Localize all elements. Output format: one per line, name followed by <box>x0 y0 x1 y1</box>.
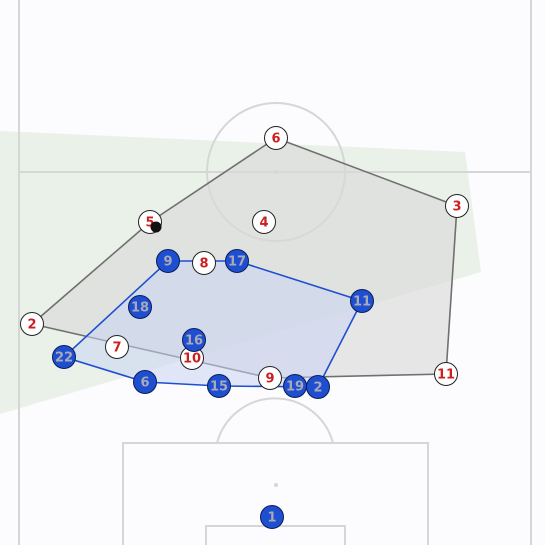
opposition-player-6: 6 <box>264 126 288 150</box>
blue-player-number: 15 <box>210 380 228 395</box>
opposition-player-8: 8 <box>192 251 216 275</box>
tactical-pitch-diagram: 234567891011 126911151617181922 <box>0 0 532 545</box>
blue-player-number: 16 <box>185 334 203 349</box>
blue-player-9: 9 <box>156 249 180 273</box>
ball-layer <box>150 221 162 233</box>
blue-player-number: 18 <box>131 301 149 316</box>
six-yard-box <box>205 525 346 545</box>
blue-player-number: 9 <box>163 255 172 270</box>
opposition-player-number: 11 <box>437 368 455 383</box>
blue-player-18: 18 <box>128 295 152 319</box>
opposition-player-9: 9 <box>258 366 282 390</box>
opposition-player-4: 4 <box>252 210 276 234</box>
blue-player-6: 6 <box>133 370 157 394</box>
opposition-player-number: 2 <box>27 318 36 333</box>
penalty-arc <box>216 397 334 444</box>
blue-player-2: 2 <box>306 375 330 399</box>
opposition-player-number: 8 <box>199 257 208 272</box>
opposition-player-number: 3 <box>452 200 461 215</box>
blue-player-19: 19 <box>283 374 307 398</box>
opposition-player-3: 3 <box>445 194 469 218</box>
blue-player-11: 11 <box>350 289 374 313</box>
blue-player-17: 17 <box>225 249 249 273</box>
blue-player-number: 1 <box>267 511 276 526</box>
blue-player-1: 1 <box>260 505 284 529</box>
blue-player-number: 19 <box>286 380 304 395</box>
penalty-area <box>122 442 429 545</box>
blue-player-16: 16 <box>182 328 206 352</box>
opposition-player-number: 6 <box>271 132 280 147</box>
blue-player-15: 15 <box>207 374 231 398</box>
ball <box>150 221 162 233</box>
opposition-player-2: 2 <box>20 312 44 336</box>
opposition-player-number: 4 <box>259 216 268 231</box>
blue-player-number: 11 <box>353 295 371 310</box>
blue-player-number: 17 <box>228 255 246 270</box>
blue-player-number: 6 <box>140 376 149 391</box>
opposition-player-number: 7 <box>112 341 121 356</box>
blue-player-number: 22 <box>55 351 73 366</box>
opposition-player-11: 11 <box>434 362 458 386</box>
opposition-player-7: 7 <box>105 335 129 359</box>
opposition-player-number: 10 <box>183 352 201 367</box>
blue-player-22: 22 <box>52 345 76 369</box>
opposition-player-number: 9 <box>265 372 274 387</box>
penalty-spot <box>274 483 278 487</box>
blue-player-number: 2 <box>313 381 322 396</box>
